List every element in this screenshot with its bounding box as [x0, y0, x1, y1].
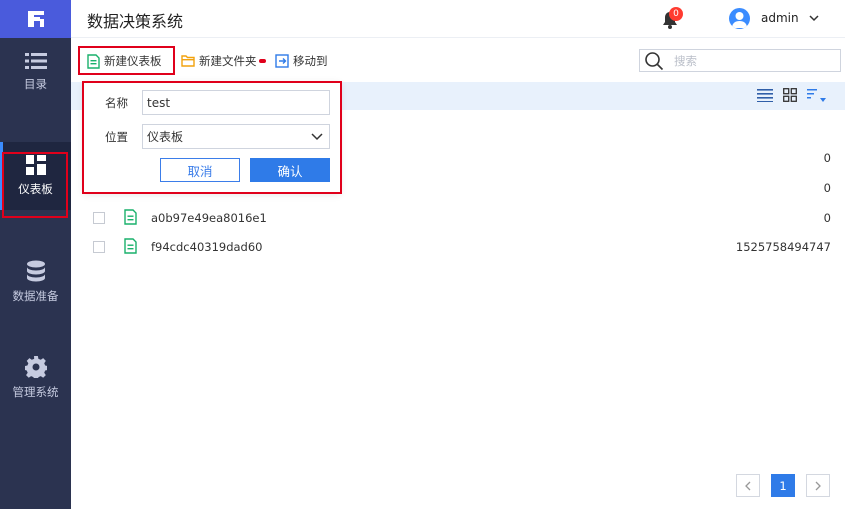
sidebar-item-label: 目录	[24, 77, 47, 91]
red-mark	[259, 59, 266, 63]
gear-icon	[24, 356, 47, 378]
move-icon	[275, 54, 289, 68]
sidebar-item-label: 数据准备	[12, 289, 59, 303]
move-to-label: 移动到	[293, 54, 328, 68]
search-box[interactable]: 搜索	[639, 49, 841, 72]
sidebar: 目录 仪表板 数据准备 管理系统	[0, 0, 71, 509]
list-view-icon[interactable]	[757, 88, 773, 102]
page-button-current[interactable]: 1	[771, 474, 795, 497]
toolbar: 新建仪表板 新建文件夹 移动到 搜索	[71, 39, 845, 82]
avatar[interactable]	[729, 8, 750, 29]
database-icon	[26, 260, 45, 282]
user-icon	[732, 12, 747, 28]
grid-view-icon[interactable]	[783, 88, 797, 102]
table-row[interactable]: f94cdc40319dad60 1525758494747	[71, 232, 845, 262]
sidebar-item-admin[interactable]: 管理系统	[0, 344, 71, 412]
logo-icon	[27, 11, 44, 27]
row-name[interactable]: a0b97e49ea8016e1	[151, 211, 267, 225]
next-page-button[interactable]	[806, 474, 830, 497]
move-to-button[interactable]: 移动到	[275, 51, 328, 71]
row-value: 0	[823, 211, 831, 225]
notification-badge: 0	[669, 7, 683, 21]
chevron-right-icon	[815, 481, 821, 490]
search-icon	[645, 51, 664, 70]
new-folder-label: 新建文件夹	[199, 54, 257, 68]
row-value: 1525758494747	[735, 240, 831, 254]
chevron-left-icon	[745, 481, 751, 490]
sidebar-item-catalog[interactable]: 目录	[0, 38, 71, 106]
highlight-box-sidebar	[2, 152, 68, 218]
sidebar-item-data-prep[interactable]: 数据准备	[0, 248, 71, 316]
row-checkbox[interactable]	[93, 241, 105, 253]
sidebar-item-label: 管理系统	[12, 385, 59, 399]
list-icon	[24, 53, 47, 69]
row-value: 0	[823, 151, 831, 165]
search-placeholder: 搜索	[674, 53, 697, 68]
row-name[interactable]: f94cdc40319dad60	[151, 240, 263, 254]
new-folder-button[interactable]: 新建文件夹	[181, 51, 257, 71]
dashboard-file-icon	[124, 238, 137, 254]
table-row[interactable]: a0b97e49ea8016e1 0	[71, 203, 845, 233]
folder-icon	[181, 55, 195, 67]
row-checkbox[interactable]	[93, 212, 105, 224]
sort-icon[interactable]	[807, 88, 829, 104]
highlight-box-new-dashboard	[78, 46, 175, 75]
highlight-box-popup	[82, 81, 342, 194]
dashboard-file-icon	[124, 209, 137, 225]
prev-page-button[interactable]	[736, 474, 760, 497]
chevron-down-icon[interactable]	[809, 13, 819, 23]
username[interactable]: admin	[761, 11, 799, 25]
app-logo[interactable]	[0, 0, 71, 38]
top-header: 数据决策系统 0 admin	[71, 0, 845, 38]
page-title: 数据决策系统	[87, 12, 184, 31]
row-value: 0	[823, 181, 831, 195]
